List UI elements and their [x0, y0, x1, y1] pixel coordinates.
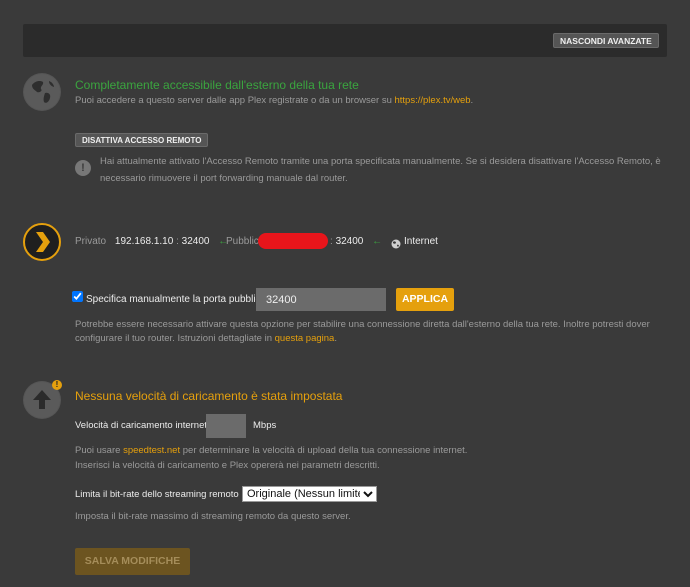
private-port: 32400	[181, 236, 210, 247]
upload-help-prefix: Puoi usare	[75, 445, 124, 456]
disable-remote-access-button[interactable]: DISATTIVA ACCESSO REMOTO	[75, 133, 209, 147]
instructions-link[interactable]: questa pagina	[275, 333, 335, 344]
globe-icon	[23, 73, 61, 111]
warning-line-2: necessario rimuovere il port forwarding …	[100, 173, 348, 184]
apply-button[interactable]: APPLICA	[396, 288, 454, 311]
network-path: Privato 192.168.1.10 : 32400 ←	[75, 236, 228, 247]
remote-status-desc-prefix: Puoi accedere a questo server dalle app …	[75, 95, 395, 106]
public-sep: :	[330, 236, 333, 247]
speed-unit: Mbps	[253, 420, 277, 431]
public-endpoint: : 32400 ←	[330, 236, 382, 247]
redaction-mark	[258, 233, 328, 249]
public-port: 32400	[335, 236, 364, 247]
manual-port-label: Specifica manualmente la porta pubblica	[86, 294, 267, 305]
warning-line-1: Hai attualmente attivato l'Accesso Remot…	[100, 156, 661, 167]
upload-speed-input[interactable]	[206, 414, 246, 438]
bitrate-limit-help: Imposta il bit-rate massimo di streaming…	[75, 511, 351, 522]
public-port-input[interactable]	[256, 288, 386, 311]
internet-label: Internet	[404, 236, 438, 247]
hide-advanced-button[interactable]: NASCONDI AVANZATE	[553, 33, 659, 48]
remote-status-desc-suffix: .	[470, 95, 474, 106]
alert-badge: !	[52, 380, 62, 390]
advanced-toolbar: NASCONDI AVANZATE	[23, 24, 667, 57]
plex-chevron-icon	[22, 222, 62, 262]
upload-speed-title: Nessuna velocità di caricamento è stata …	[75, 389, 343, 403]
warning-icon: !	[75, 160, 91, 176]
port-help-suffix: .	[334, 333, 337, 344]
upload-help-2: Inserisci la velocità di caricamento e P…	[75, 460, 380, 471]
upload-help-1: Puoi usare speedtest.net per determinare…	[75, 445, 467, 456]
bitrate-limit-select[interactable]: Originale (Nessun limite)	[242, 486, 377, 502]
port-help-line-2: configurare il tuo router. Istruzioni de…	[75, 333, 337, 344]
port-help-line-1: Potrebbe essere necessario attivare ques…	[75, 319, 650, 330]
remote-status-title: Completamente accessibile dall'esterno d…	[75, 78, 359, 92]
upload-speed-label: Velocità di caricamento internet	[75, 420, 208, 431]
speedtest-link[interactable]: speedtest.net	[123, 445, 180, 456]
internet-globe-icon	[391, 236, 401, 249]
save-changes-button[interactable]: SALVA MODIFICHE	[75, 548, 190, 575]
manual-port-checkbox[interactable]	[72, 291, 83, 302]
private-label: Privato	[75, 236, 107, 247]
port-help-prefix: configurare il tuo router. Istruzioni de…	[75, 333, 275, 344]
arrow-left-icon: ←	[372, 236, 383, 247]
bitrate-limit-label: Limita il bit-rate dello streaming remot…	[75, 489, 239, 500]
upload-help-suffix: per determinare la velocità di upload de…	[180, 445, 468, 456]
remote-status-desc: Puoi accedere a questo server dalle app …	[75, 95, 473, 106]
plex-web-link[interactable]: https://plex.tv/web	[395, 95, 471, 106]
private-ip: 192.168.1.10	[114, 236, 174, 247]
private-sep: :	[176, 236, 179, 247]
